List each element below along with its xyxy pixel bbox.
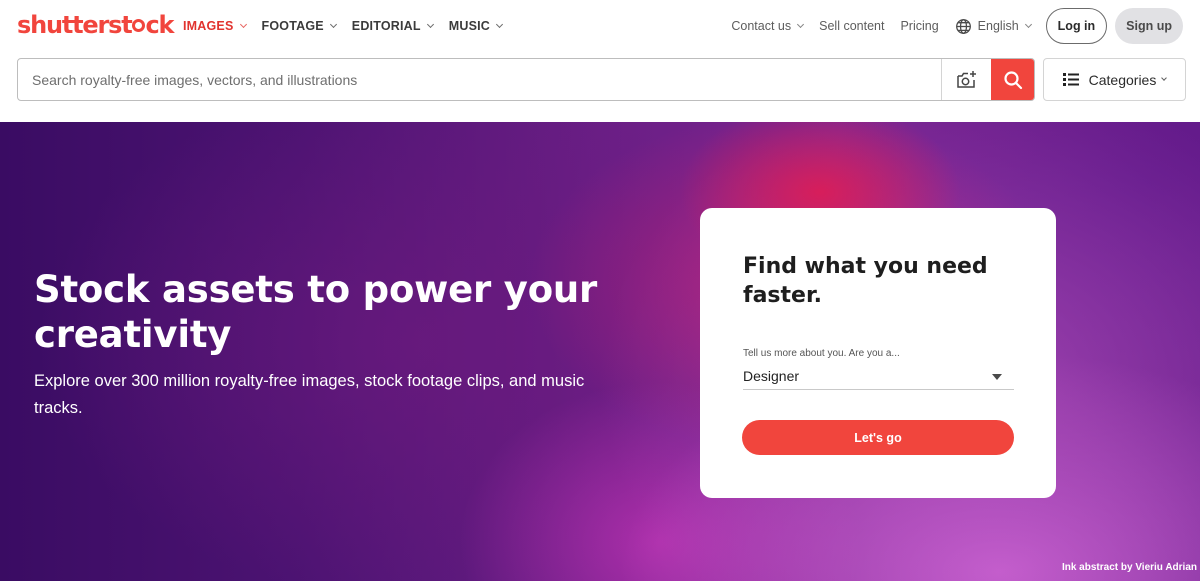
nav-editorial[interactable]: EDITORIAL (352, 19, 434, 33)
main-nav: IMAGES FOOTAGE EDITORIAL MUSIC (183, 0, 518, 52)
hero-banner: Stock assets to power your creativity Ex… (0, 122, 1200, 581)
search-row: Categories (17, 58, 1186, 101)
contact-us-link[interactable]: Contact us (731, 19, 805, 33)
chevron-down-icon (1024, 20, 1032, 29)
sell-content-link[interactable]: Sell content (819, 19, 884, 33)
search-box (17, 58, 1035, 101)
image-search-button[interactable] (941, 59, 991, 100)
chevron-down-icon (797, 20, 805, 29)
signup-button[interactable]: Sign up (1115, 8, 1183, 44)
camera-search-icon (956, 70, 976, 88)
pricing-link[interactable]: Pricing (900, 19, 938, 33)
chevron-down-icon (426, 20, 434, 29)
nav-music[interactable]: MUSIC (449, 19, 504, 33)
lets-go-button[interactable]: Let's go (742, 420, 1014, 455)
chevron-down-icon (239, 20, 247, 29)
caret-down-icon (992, 374, 1002, 380)
chevron-down-icon (1161, 75, 1168, 81)
image-credit[interactable]: Ink abstract by Vieriu Adrian (1062, 562, 1197, 573)
chevron-down-icon (329, 20, 337, 29)
hero-headline: Stock assets to power your creativity (34, 268, 598, 356)
top-navigation: shutterst ck IMAGES FOOTAGE EDITORIAL MUS… (0, 0, 1200, 52)
find-card: Find what you need faster. Tell us more … (700, 208, 1056, 498)
categories-button[interactable]: Categories (1043, 58, 1186, 101)
logo-o-ring (131, 19, 145, 32)
list-icon (1062, 73, 1079, 86)
login-button[interactable]: Log in (1045, 8, 1108, 44)
card-title: Find what you need faster. (743, 254, 988, 308)
chevron-down-icon (495, 20, 504, 29)
hero-subtext: Explore over 300 million royalty-free im… (34, 372, 585, 417)
role-select-label: Tell us more about you. Are you a... (743, 348, 900, 359)
role-select[interactable]: Designer (743, 362, 1014, 390)
search-button[interactable] (991, 59, 1034, 100)
globe-icon (955, 18, 971, 34)
language-selector[interactable]: English (955, 18, 1032, 35)
search-icon (1003, 70, 1022, 89)
secondary-nav: Contact us Sell content Pricing English … (731, 0, 1183, 52)
search-input[interactable] (18, 59, 941, 100)
nav-footage[interactable]: FOOTAGE (262, 19, 337, 33)
nav-images[interactable]: IMAGES (183, 19, 247, 33)
role-select-value: Designer (743, 367, 800, 384)
shutterstock-logo[interactable]: shutterst ck (17, 13, 174, 37)
